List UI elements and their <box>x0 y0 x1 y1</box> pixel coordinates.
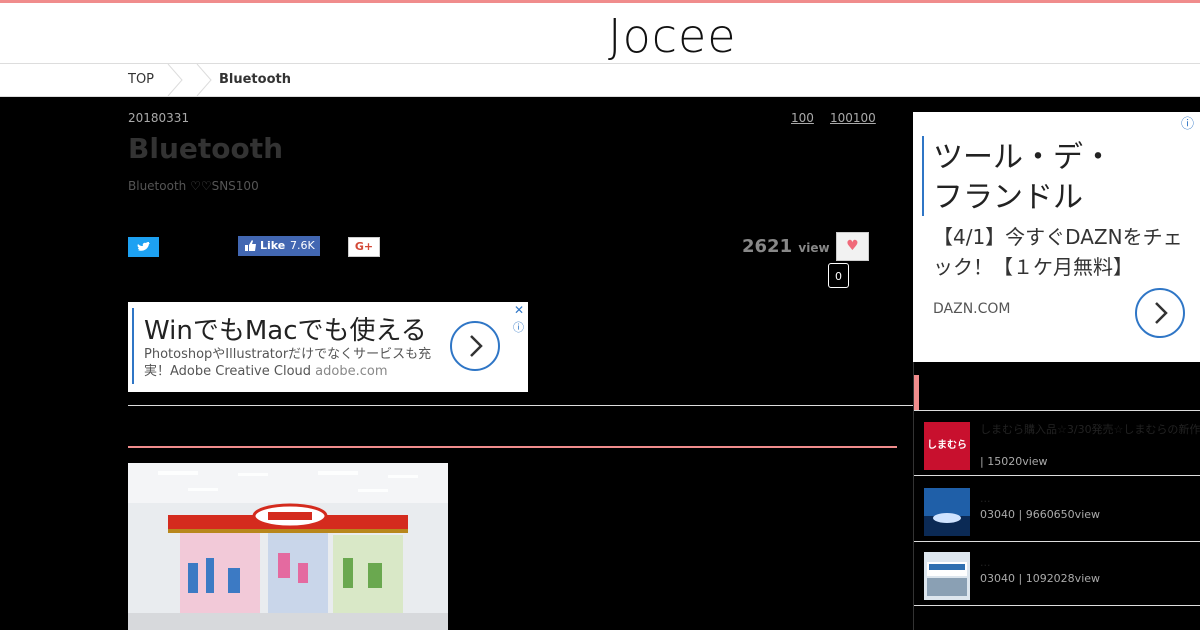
site-header: Jocee <box>0 0 1200 63</box>
chevron-right-icon <box>1155 302 1168 324</box>
twitter-share-button[interactable] <box>128 237 159 257</box>
ranking-meta: 03040 | 9660650view <box>980 508 1101 521</box>
heart-icon: ♥ <box>846 238 859 254</box>
ranking-meta: 03040 | 1092028view <box>980 572 1101 585</box>
ad-domain: adobe.com <box>315 364 388 379</box>
article-title: Bluetooth <box>128 132 284 165</box>
category-link[interactable]: 100 <box>791 111 814 125</box>
chevron-right-icon <box>470 335 483 357</box>
sidebar-ad[interactable]: ツール・デ・フランドル 【4/1】今すぐDAZNをチェック！【１ケ月無料】 DA… <box>913 112 1200 362</box>
ranking-title[interactable]: ... <box>980 556 1200 570</box>
view-count-number: 2621 <box>742 236 793 257</box>
breadcrumb: TOP Bluetooth <box>0 63 1200 97</box>
thumbs-up-icon <box>245 240 256 251</box>
chevron-right-icon <box>195 64 213 96</box>
like-count: 0 <box>828 263 849 288</box>
ranking-title[interactable]: しまむら購入品☆3/30発売☆しまむらの新作❤️大人気のインポートブランド ♡.… <box>980 423 1200 437</box>
ranking-meta: | 15020view <box>980 455 1048 468</box>
ad-open-button[interactable] <box>450 321 500 371</box>
ad-close-icon[interactable]: ✕ <box>514 303 524 317</box>
section-divider <box>128 446 897 448</box>
list-item[interactable]: しまむら しまむら購入品☆3/30発売☆しまむらの新作❤️大人気のインポートブラ… <box>914 412 1200 476</box>
list-item[interactable]: ... 03040 | 1092028view <box>914 542 1200 606</box>
site-logo[interactable]: Jocee <box>608 9 737 63</box>
twitter-bird-icon <box>137 242 150 251</box>
chevron-right-icon <box>166 64 184 96</box>
breadcrumb-current: Bluetooth <box>219 72 291 87</box>
ad-accent-bar <box>922 136 924 216</box>
ad-headline[interactable]: ツール・デ・フランドル <box>933 138 1133 218</box>
ad-domain: DAZN.COM <box>933 301 1011 317</box>
ad-headline[interactable]: WinでもMacでも使える <box>144 310 427 347</box>
view-count: 2621 view <box>742 236 830 257</box>
breadcrumb-home-link[interactable]: TOP <box>128 72 154 87</box>
facebook-like-count: 7.6K <box>290 239 315 252</box>
divider <box>914 410 1200 411</box>
ad-body: 【4/1】今すぐDAZNをチェック！【１ケ月無料】 <box>933 225 1183 279</box>
ranking-title[interactable]: ... <box>980 492 1200 506</box>
tag-link[interactable]: 100100 <box>830 111 876 125</box>
article-date: 20180331 <box>128 111 190 125</box>
ad-info-icon[interactable]: ⓘ <box>513 319 524 335</box>
ranking-sidebar: しまむら しまむら購入品☆3/30発売☆しまむらの新作❤️大人気のインポートブラ… <box>913 362 1200 630</box>
divider <box>128 405 913 406</box>
article-subtitle: Bluetooth ♡♡SNS100 <box>128 179 259 193</box>
article-photo <box>128 463 448 630</box>
google-plus-share-button[interactable]: G+ <box>348 237 380 257</box>
facebook-like-label: Like <box>260 239 286 252</box>
ranking-heading-accent <box>914 375 919 411</box>
ad-accent-bar <box>132 308 134 384</box>
view-count-unit: view <box>798 241 830 255</box>
ranking-thumbnail[interactable] <box>924 552 970 600</box>
ad-body-text: PhotoshopやIllustratorだけでなくサービスも充実！Adobe … <box>144 347 432 379</box>
ranking-thumbnail[interactable]: しまむら <box>924 422 970 470</box>
inline-ad[interactable]: WinでもMacでも使える PhotoshopやIllustratorだけでなく… <box>128 302 528 392</box>
list-item[interactable]: ... 03040 | 9660650view <box>914 478 1200 542</box>
ad-body: PhotoshopやIllustratorだけでなくサービスも充実！Adobe … <box>144 346 434 380</box>
ad-open-button[interactable] <box>1135 288 1185 338</box>
ad-info-icon[interactable]: ⓘ <box>1181 113 1194 132</box>
like-button[interactable]: ♥ <box>836 232 869 261</box>
ranking-thumbnail[interactable] <box>924 488 970 536</box>
facebook-like-button[interactable]: Like 7.6K <box>238 236 320 256</box>
